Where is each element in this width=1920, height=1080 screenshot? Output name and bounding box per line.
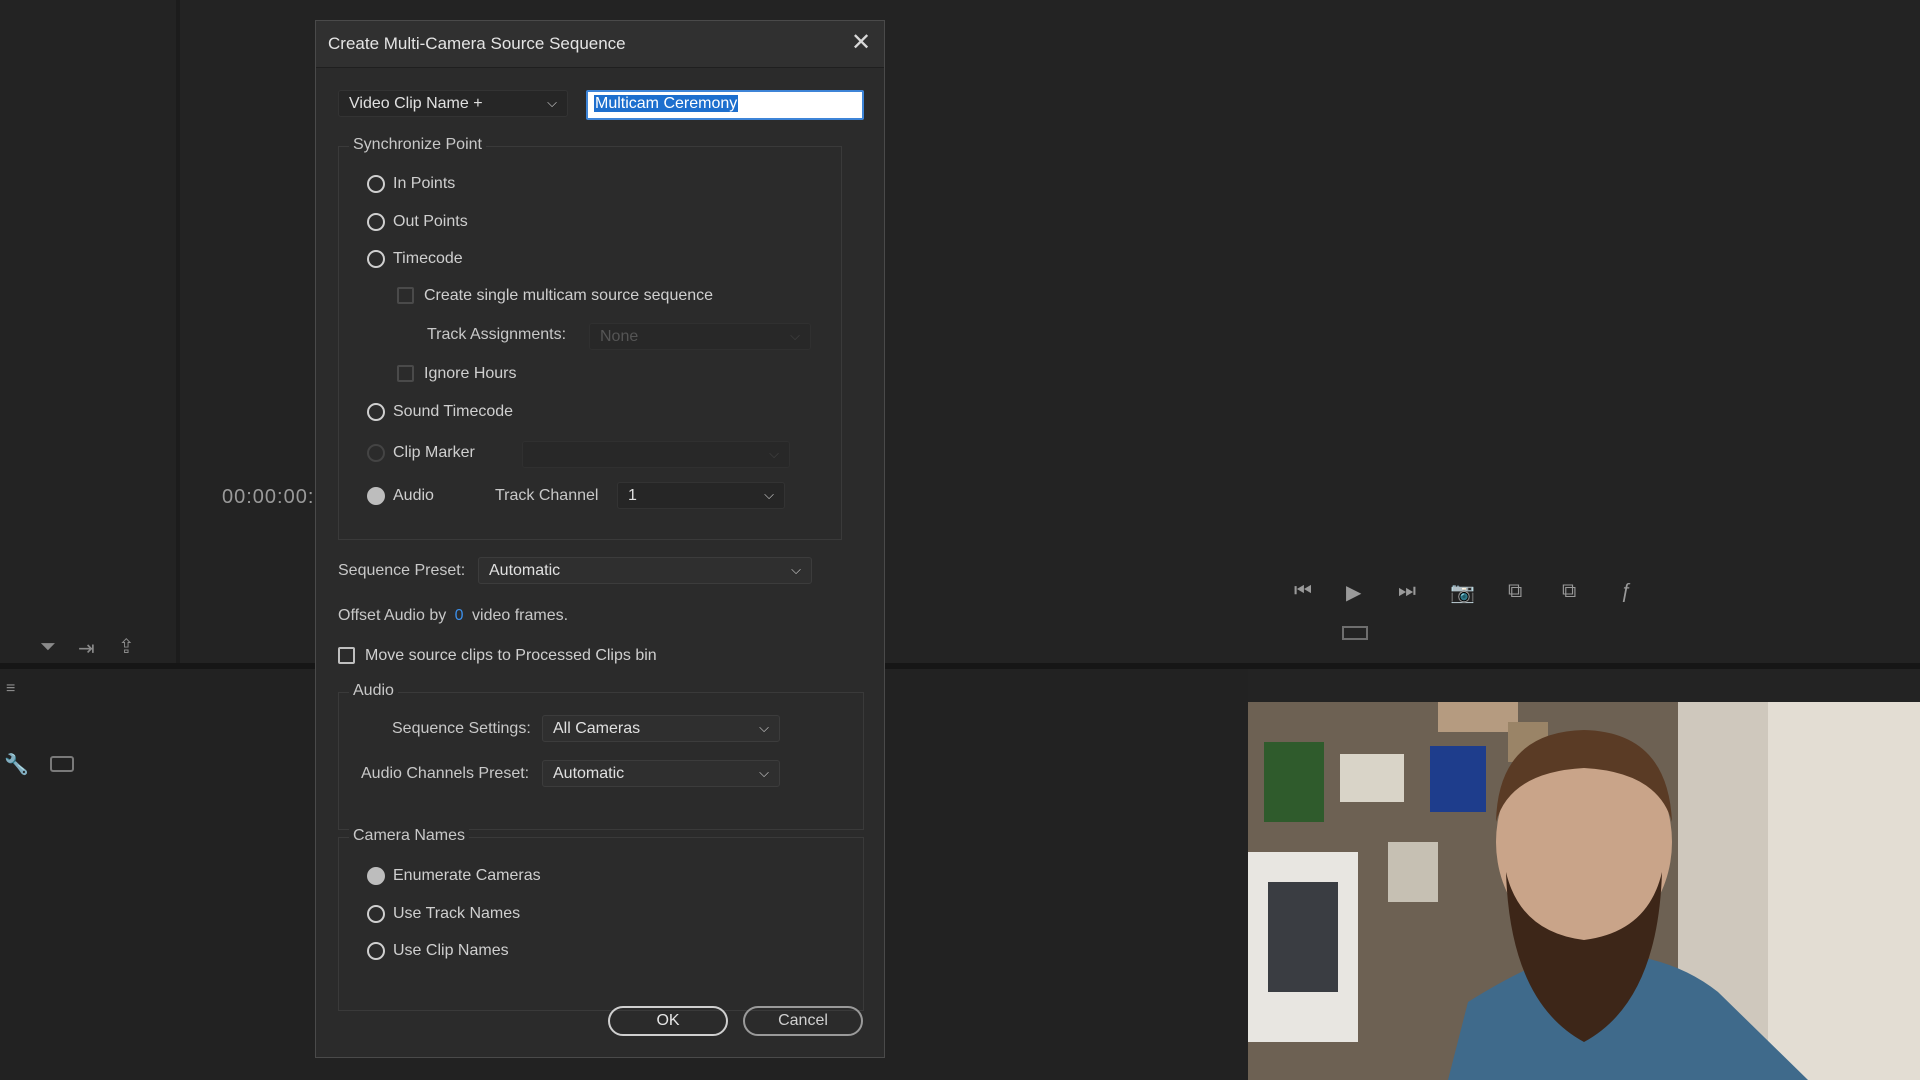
fx-icon[interactable]: ƒ <box>1620 580 1631 603</box>
filter-icon[interactable]: ⏷ <box>40 636 56 659</box>
create-single-checkbox[interactable] <box>397 287 414 304</box>
chevron-down-icon: ⌵ <box>759 765 769 780</box>
chevron-down-icon: ⌵ <box>791 562 801 577</box>
track-channel-dropdown[interactable]: 1 ⌵ <box>617 482 785 509</box>
play-icon[interactable]: ▶ <box>1346 580 1361 605</box>
track-assignments-dropdown[interactable]: None ⌵ <box>589 323 811 350</box>
track-assignments-label: Track Assignments: <box>427 326 567 343</box>
export-icon[interactable]: ⇪ <box>118 634 135 659</box>
label-use-track-names: Use Track Names <box>393 905 521 922</box>
source-timecode: 00:00:00: <box>222 486 315 508</box>
label-use-clip-names: Use Clip Names <box>393 942 509 959</box>
camera-icon[interactable]: 📷 <box>1450 580 1475 605</box>
radio-clip-marker[interactable] <box>367 444 385 462</box>
panel-menu-icon[interactable]: ≡ <box>6 680 15 698</box>
sequence-preset-label: Sequence Preset: <box>338 562 466 579</box>
label-enumerate-cameras: Enumerate Cameras <box>393 867 541 884</box>
sequence-preset-dropdown[interactable]: Automatic ⌵ <box>478 557 812 584</box>
cancel-button[interactable]: Cancel <box>743 1006 863 1036</box>
radio-out-points[interactable] <box>367 213 385 231</box>
offset-frames-scrub[interactable]: 0 <box>455 607 464 624</box>
move-clips-checkbox[interactable] <box>338 647 355 664</box>
insert-icon[interactable]: ⇥ <box>78 636 95 661</box>
sequence-settings-value: All Cameras <box>553 720 641 737</box>
audio-channels-preset-value: Automatic <box>553 765 625 782</box>
wrench-icon[interactable]: 🔧 <box>4 752 29 777</box>
insert-clip-icon[interactable]: ⧉ <box>1508 580 1522 603</box>
naming-dropdown-value: Video Clip Name + <box>349 95 483 112</box>
ok-button[interactable]: OK <box>608 1006 728 1036</box>
label-timecode: Timecode <box>393 250 463 267</box>
sequence-settings-dropdown[interactable]: All Cameras ⌵ <box>542 715 780 742</box>
radio-use-clip-names[interactable] <box>367 942 385 960</box>
audio-channels-preset-dropdown[interactable]: Automatic ⌵ <box>542 760 780 787</box>
audio-group-title: Audio <box>349 682 398 700</box>
dialog-titlebar[interactable]: Create Multi-Camera Source Sequence ✕ <box>316 21 884 68</box>
naming-dropdown[interactable]: Video Clip Name + ⌵ <box>338 90 568 117</box>
sequence-name-input[interactable]: Multicam Ceremony <box>586 90 864 120</box>
radio-use-track-names[interactable] <box>367 905 385 923</box>
label-out-points: Out Points <box>393 213 468 230</box>
sequence-name-selected-text: Multicam Ceremony <box>594 95 739 112</box>
dialog-title: Create Multi-Camera Source Sequence <box>328 34 626 53</box>
track-assignments-value: None <box>600 328 639 345</box>
chevron-down-icon: ⌵ <box>764 487 774 502</box>
label-audio: Audio <box>393 487 434 504</box>
sequence-preset-value: Automatic <box>489 562 561 579</box>
captions-icon[interactable] <box>50 756 74 772</box>
multicam-view-icon[interactable] <box>1342 626 1368 640</box>
offset-suffix: video frames. <box>472 607 569 624</box>
label-in-points: In Points <box>393 175 456 192</box>
label-sound-timecode: Sound Timecode <box>393 403 514 420</box>
radio-sound-timecode[interactable] <box>367 403 385 421</box>
multicam-dialog: Create Multi-Camera Source Sequence ✕ Vi… <box>315 20 885 1058</box>
webcam-frame <box>1248 702 1920 1080</box>
chevron-down-icon: ⌵ <box>790 328 800 343</box>
label-move-clips: Move source clips to Processed Clips bin <box>365 647 657 664</box>
overwrite-clip-icon[interactable]: ⧉ <box>1562 580 1576 603</box>
label-ignore-hours: Ignore Hours <box>424 365 517 382</box>
panel-divider <box>176 0 180 665</box>
sequence-settings-label: Sequence Settings: <box>392 720 531 737</box>
synchronize-point-title: Synchronize Point <box>349 136 486 154</box>
webcam-video <box>1248 702 1920 1080</box>
radio-timecode[interactable] <box>367 250 385 268</box>
chevron-down-icon: ⌵ <box>769 446 779 461</box>
track-channel-value: 1 <box>628 487 637 504</box>
chevron-down-icon: ⌵ <box>759 720 769 735</box>
track-channel-label: Track Channel <box>495 487 599 504</box>
offset-prefix: Offset Audio by <box>338 607 447 624</box>
audio-channels-preset-label: Audio Channels Preset: <box>361 765 530 782</box>
step-forward-icon[interactable]: ⏭ <box>1398 580 1416 603</box>
chevron-down-icon: ⌵ <box>547 95 557 110</box>
label-create-single: Create single multicam source sequence <box>424 287 714 304</box>
clip-marker-dropdown[interactable]: ⌵ <box>522 441 790 468</box>
radio-enumerate-cameras[interactable] <box>367 867 385 885</box>
radio-audio[interactable] <box>367 487 385 505</box>
camera-names-title: Camera Names <box>349 827 470 845</box>
label-clip-marker: Clip Marker <box>393 444 475 461</box>
camera-names-group <box>338 837 864 1011</box>
close-icon[interactable]: ✕ <box>849 31 873 55</box>
step-back-icon[interactable]: ⏮ <box>1294 580 1312 603</box>
ignore-hours-checkbox[interactable] <box>397 365 414 382</box>
radio-in-points[interactable] <box>367 175 385 193</box>
offset-audio-text: Offset Audio by 0 video frames. <box>338 607 568 625</box>
